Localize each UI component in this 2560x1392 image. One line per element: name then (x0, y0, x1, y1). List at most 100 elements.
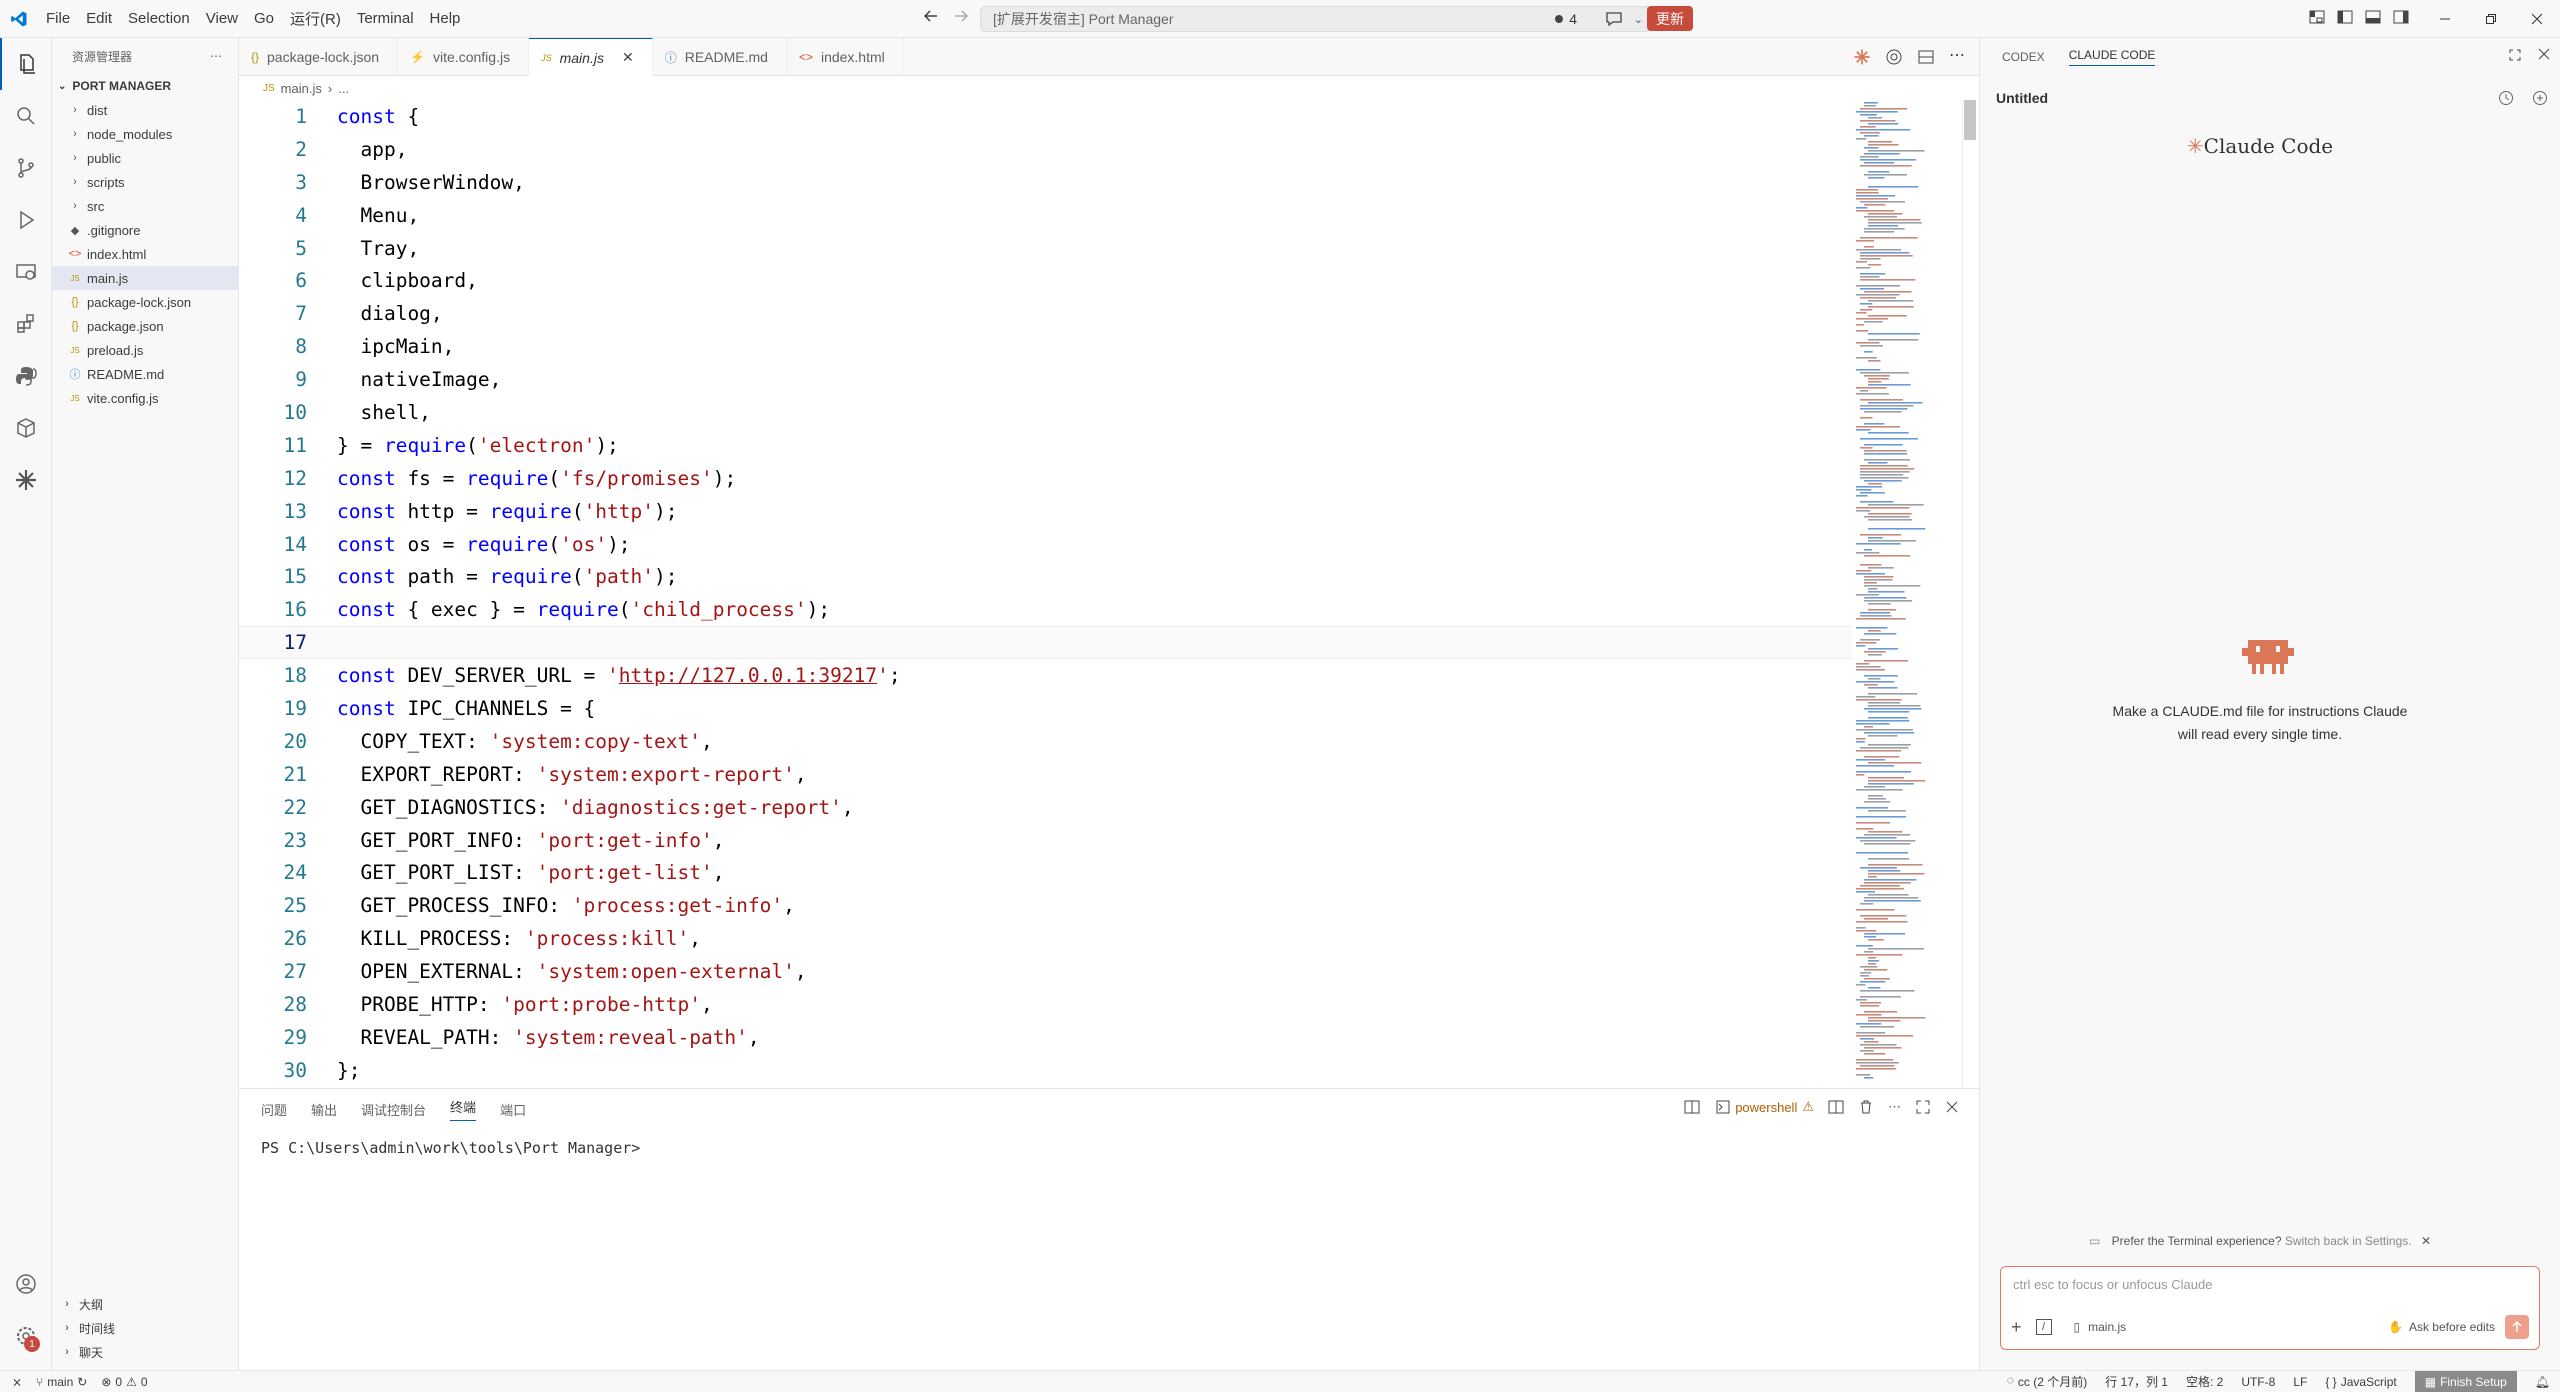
panel-tab[interactable]: 问题 (261, 1100, 287, 1119)
code-line[interactable]: 18 const DEV_SERVER_URL = 'http://127.0.0… (239, 659, 1853, 692)
code-line[interactable]: 8 ipcMain, (239, 330, 1853, 363)
menu-item[interactable]: Terminal (349, 10, 422, 27)
menu-item[interactable]: Edit (78, 10, 120, 27)
panel-tab[interactable]: 输出 (311, 1100, 337, 1119)
account-icon[interactable] (0, 1258, 52, 1310)
menu-item[interactable]: 运行(R) (282, 8, 349, 29)
remote-globe-icon[interactable] (1885, 48, 1903, 66)
remote-indicator-icon[interactable]: ⨯ (12, 1375, 22, 1389)
add-attachment-icon[interactable]: + (2011, 1317, 2022, 1338)
new-chat-icon[interactable] (2532, 90, 2548, 106)
editor-scrollbar[interactable] (1962, 100, 1978, 1088)
toggle-panel-icon[interactable] (2364, 8, 2382, 26)
timeline-section[interactable]: › 时间线 (52, 1316, 239, 1340)
code-line[interactable]: 14 const os = require('os'); (239, 528, 1853, 561)
python-icon[interactable] (0, 350, 52, 402)
code-line[interactable]: 19 const IPC_CHANNELS = { (239, 692, 1853, 725)
claude-input-box[interactable]: ctrl esc to focus or unfocus Claude + / … (2000, 1266, 2540, 1350)
branch-indicator[interactable]: ⑂ main ↻ (36, 1375, 87, 1389)
code-line[interactable]: 13 const http = require('http'); (239, 495, 1853, 528)
menu-item[interactable]: Go (246, 10, 282, 27)
close-icon[interactable] (2538, 48, 2550, 62)
terminal-prompt[interactable]: PS C:\Users\admin\work\tools\Port Manage… (261, 1139, 1979, 1157)
editor-tab[interactable]: JS main.js ✕ (529, 38, 653, 76)
split-editor-icon[interactable] (1917, 48, 1935, 66)
toggle-primary-sidebar-icon[interactable] (2336, 8, 2354, 26)
editor-tab[interactable]: ⓘ README.md (653, 38, 787, 76)
restore-icon[interactable] (2468, 13, 2514, 25)
terminal-profile[interactable]: powershell ⚠ (1716, 1099, 1814, 1115)
tab-close-icon[interactable]: ✕ (622, 49, 634, 66)
code-line[interactable]: 29 REVEAL_PATH: 'system:reveal-path', (239, 1021, 1853, 1054)
editor-scrollbar-thumb[interactable] (1964, 100, 1976, 140)
notifications-bell-icon[interactable]: 🔔︎ (2535, 1375, 2550, 1389)
agent-status[interactable]: 4 (1555, 11, 1577, 27)
tree-file[interactable]: {} package.json (52, 314, 238, 338)
tree-folder[interactable]: › dist (52, 98, 238, 122)
tree-file[interactable]: ◆ .gitignore (52, 218, 238, 242)
indentation[interactable]: 空格: 2 (2186, 1373, 2223, 1390)
tree-folder[interactable]: › scripts (52, 170, 238, 194)
project-folder[interactable]: ⌄ PORT MANAGER (52, 74, 238, 98)
dismiss-icon[interactable]: ✕ (2421, 1234, 2431, 1248)
back-arrow-icon[interactable] (922, 7, 940, 25)
menu-item[interactable]: File (38, 10, 78, 27)
containers-icon[interactable] (0, 402, 52, 454)
history-icon[interactable] (2498, 90, 2514, 106)
code-line[interactable]: 28 PROBE_HTTP: 'port:probe-http', (239, 988, 1853, 1021)
tree-file[interactable]: JS main.js (52, 266, 238, 290)
manage-gear-icon[interactable]: 1 (0, 1310, 52, 1362)
minimap[interactable] (1852, 100, 1962, 1088)
breadcrumb-file[interactable]: main.js (281, 81, 322, 96)
menu-item[interactable]: Help (422, 10, 469, 27)
source-control-icon[interactable] (0, 142, 52, 194)
panel-tab[interactable]: 端口 (500, 1100, 526, 1119)
code-line[interactable]: 30}; (239, 1054, 1853, 1087)
tree-file[interactable]: <> index.html (52, 242, 238, 266)
code-line[interactable]: 3 BrowserWindow, (239, 166, 1853, 199)
code-line[interactable]: 2 app, (239, 133, 1853, 166)
claude-icon[interactable] (0, 454, 52, 506)
code-line[interactable]: 21 EXPORT_REPORT: 'system:export-report'… (239, 758, 1853, 791)
language-mode[interactable]: { } JavaScript (2325, 1375, 2396, 1389)
claude-star-icon[interactable] (1853, 48, 1871, 66)
code-line[interactable]: 23 GET_PORT_INFO: 'port:get-info', (239, 824, 1853, 857)
code-line[interactable]: 12 const fs = require('fs/promises'); (239, 462, 1853, 495)
minimize-icon[interactable] (2422, 13, 2468, 25)
code-line[interactable]: 7 dialog, (239, 297, 1853, 330)
editor-tab[interactable]: {} package-lock.json (239, 38, 399, 76)
explorer-icon[interactable] (0, 38, 52, 90)
slash-command-icon[interactable]: / (2035, 1319, 2052, 1335)
code-line[interactable]: 11} = require('electron'); (239, 429, 1853, 462)
claude-panel-tab[interactable]: CLAUDE CODE (2068, 48, 2156, 66)
claude-panel-tab[interactable]: CODEX (2002, 50, 2045, 64)
blame-indicator[interactable]: ◌ cc (2 个月前) (2007, 1373, 2087, 1390)
extensions-icon[interactable] (0, 298, 52, 350)
code-line[interactable]: 9 nativeImage, (239, 363, 1853, 396)
code-line[interactable]: 17 (239, 626, 1853, 660)
problems-indicator[interactable]: ⊗ 0 ⚠ 0 (101, 1375, 147, 1389)
chat-icon[interactable] (1605, 11, 1623, 27)
claude-input-placeholder[interactable]: ctrl esc to focus or unfocus Claude (2013, 1277, 2212, 1292)
code-line[interactable]: 4 Menu, (239, 199, 1853, 232)
cursor-position[interactable]: 行 17，列 1 (2105, 1373, 2168, 1390)
forward-arrow-icon[interactable] (952, 7, 970, 25)
tree-folder[interactable]: › src (52, 194, 238, 218)
tree-file[interactable]: JS vite.config.js (52, 386, 238, 410)
code-line[interactable]: 15 const path = require('path'); (239, 560, 1853, 593)
code-line[interactable]: 20 COPY_TEXT: 'system:copy-text', (239, 725, 1853, 758)
panel-tab[interactable]: 终端 (450, 1097, 477, 1121)
menu-item[interactable]: Selection (120, 10, 198, 27)
command-center[interactable]: [扩展开发宿主] Port Manager 4 ⌄ (980, 6, 1652, 32)
code-line[interactable]: 26 KILL_PROCESS: 'process:kill', (239, 922, 1853, 955)
menu-item[interactable]: View (198, 10, 246, 27)
tree-folder[interactable]: › public (52, 146, 238, 170)
toggle-secondary-sidebar-icon[interactable] (2392, 8, 2410, 26)
url-token[interactable]: http://127.0.0.1:39217 (619, 664, 877, 687)
run-debug-icon[interactable] (0, 194, 52, 246)
tree-folder[interactable]: › node_modules (52, 122, 238, 146)
tree-file[interactable]: {} package-lock.json (52, 290, 238, 314)
trash-icon[interactable] (1858, 1099, 1874, 1115)
code-line[interactable]: 25 GET_PROCESS_INFO: 'process:get-info', (239, 889, 1853, 922)
remote-explorer-icon[interactable] (0, 246, 52, 298)
